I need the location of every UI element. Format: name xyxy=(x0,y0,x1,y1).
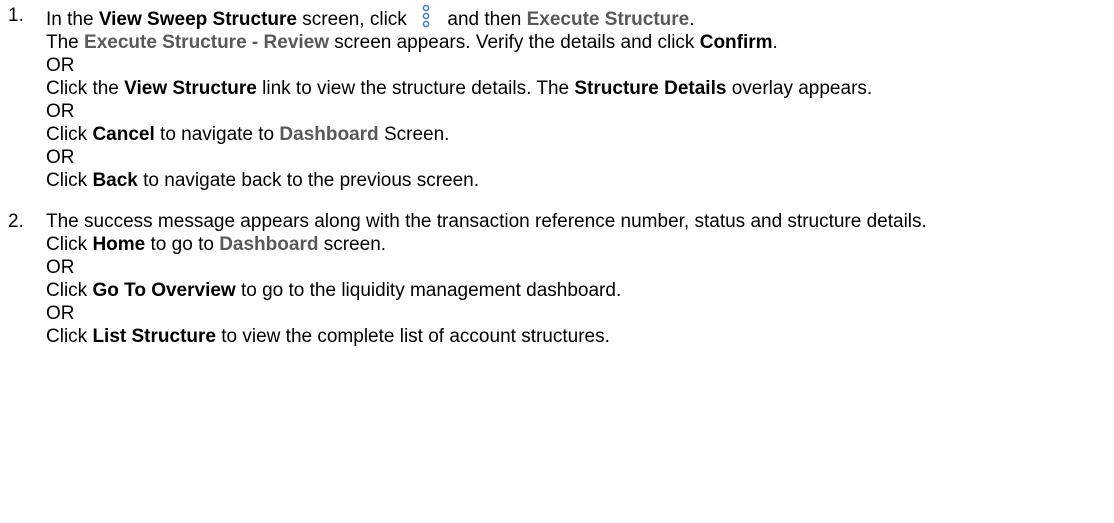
step-1: 1. In the View Sweep Structure screen, c… xyxy=(8,4,1108,192)
go-to-overview-button-label: Go To Overview xyxy=(92,280,236,301)
view-structure-link-label: View Structure xyxy=(124,78,257,99)
screen-name-dashboard: Dashboard xyxy=(279,124,379,145)
step-2-line-2: Click Home to go to Dashboard screen. xyxy=(46,234,387,255)
step-2-line-4: Click List Structure to view the complet… xyxy=(46,326,610,347)
step-2-line-1: The success message appears along with t… xyxy=(46,211,927,232)
action-execute-structure: Execute Structure xyxy=(526,9,690,30)
kebab-menu-icon xyxy=(420,4,432,28)
or-separator: OR xyxy=(46,303,75,324)
step-number: 1. xyxy=(8,5,24,26)
cancel-button-label: Cancel xyxy=(92,124,155,145)
step-2-line-3: Click Go To Overview to go to the liquid… xyxy=(46,280,622,301)
step-number: 2. xyxy=(8,211,24,232)
or-separator: OR xyxy=(46,55,75,76)
or-separator: OR xyxy=(46,101,75,122)
instructions-document: 1. In the View Sweep Structure screen, c… xyxy=(8,0,1108,348)
step-1-line-5: Click Back to navigate back to the previ… xyxy=(46,170,480,191)
confirm-button-label: Confirm xyxy=(699,32,773,53)
step-1-line-4: Click Cancel to navigate to Dashboard Sc… xyxy=(46,124,450,145)
list-structure-button-label: List Structure xyxy=(92,326,216,347)
or-separator: OR xyxy=(46,147,75,168)
home-button-label: Home xyxy=(92,234,146,255)
step-2: 2. The success message appears along wit… xyxy=(8,210,1108,348)
structure-details-overlay-label: Structure Details xyxy=(574,78,727,99)
step-1-line-3: Click the View Structure link to view th… xyxy=(46,78,873,99)
screen-name-dashboard: Dashboard xyxy=(219,234,319,255)
back-button-label: Back xyxy=(92,170,138,191)
step-1-line-2: The Execute Structure - Review screen ap… xyxy=(46,32,778,53)
screen-name-view-sweep-structure: View Sweep Structure xyxy=(98,9,297,30)
step-1-line-1: In the View Sweep Structure screen, clic… xyxy=(46,4,1108,31)
screen-name-execute-structure-review: Execute Structure - Review xyxy=(84,32,330,53)
or-separator: OR xyxy=(46,257,75,278)
